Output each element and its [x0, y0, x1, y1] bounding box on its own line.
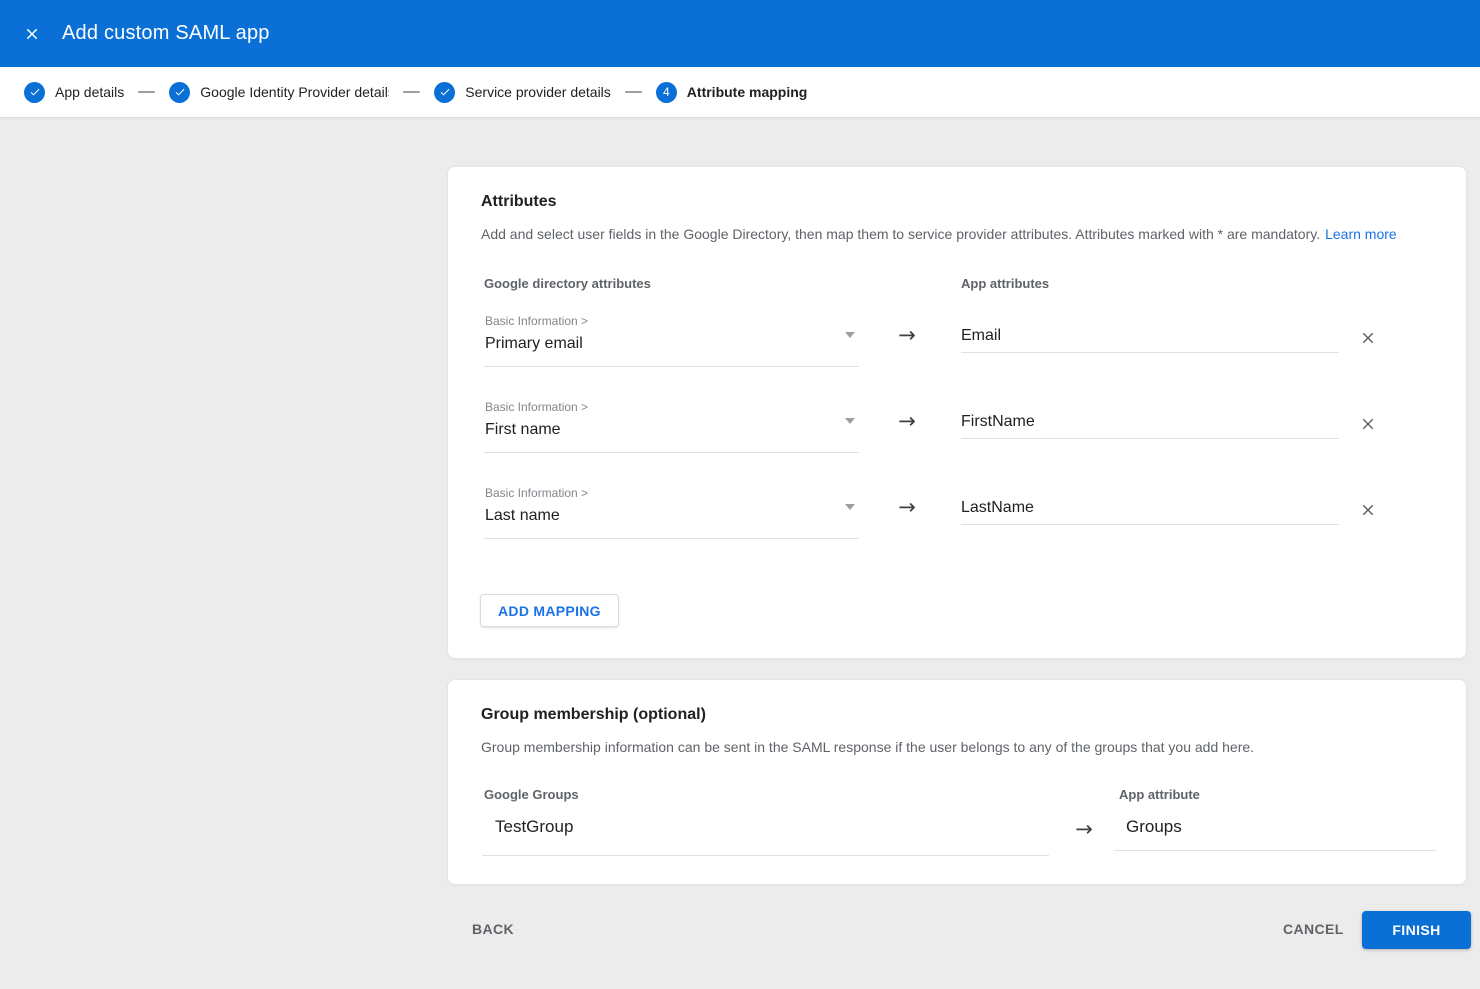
app-attribute-input[interactable]	[961, 499, 1339, 525]
google-groups-header: Google Groups	[484, 787, 579, 802]
directory-category-label: Basic Information >	[485, 314, 588, 328]
attributes-card: Attributes Add and select user fields in…	[447, 166, 1467, 659]
step-service-provider-details[interactable]: Service provider details	[434, 82, 611, 103]
add-mapping-button[interactable]: ADD MAPPING	[480, 594, 619, 627]
wizard-stepper: App details Google Identity Provider det…	[0, 67, 1480, 118]
arrow-right-icon: →	[891, 495, 923, 519]
step-label: App details	[55, 84, 124, 100]
directory-attribute-select[interactable]: Last name	[485, 507, 560, 525]
field-underline	[484, 538, 859, 539]
group-card-description: Group membership information can be sent…	[481, 739, 1254, 755]
step-app-details[interactable]: App details	[24, 82, 124, 103]
cancel-button[interactable]: CANCEL	[1283, 921, 1344, 937]
app-attribute-input[interactable]	[961, 413, 1339, 439]
field-underline	[484, 452, 859, 453]
step-google-idp-details[interactable]: Google Identity Provider details	[169, 82, 389, 103]
description-text: Add and select user fields in the Google…	[481, 226, 1320, 242]
delete-mapping-icon[interactable]	[1358, 414, 1378, 434]
mapping-row: Basic Information > First name →	[448, 400, 1466, 460]
arrow-right-icon: →	[891, 323, 923, 347]
step-label: Google Identity Provider details	[200, 84, 389, 100]
delete-mapping-icon[interactable]	[1358, 500, 1378, 520]
directory-category-label: Basic Information >	[485, 486, 588, 500]
close-icon[interactable]	[20, 22, 44, 46]
attributes-card-title: Attributes	[481, 193, 557, 211]
dropdown-caret-icon[interactable]	[845, 418, 855, 424]
dialog-header: Add custom SAML app	[0, 0, 1480, 67]
arrow-right-icon: →	[891, 409, 923, 433]
step-check-icon	[24, 82, 45, 103]
step-separator	[625, 91, 642, 93]
step-number-badge: 4	[656, 82, 677, 103]
google-groups-input[interactable]	[482, 817, 1049, 856]
directory-attribute-select[interactable]: Primary email	[485, 335, 583, 353]
group-card-title: Group membership (optional)	[481, 706, 706, 724]
step-label: Attribute mapping	[687, 84, 808, 100]
step-separator	[138, 91, 155, 93]
mapping-row: Basic Information > Primary email →	[448, 314, 1466, 374]
back-button[interactable]: BACK	[472, 921, 514, 937]
dropdown-caret-icon[interactable]	[845, 504, 855, 510]
app-attribute-header: App attribute	[1119, 787, 1200, 802]
directory-category-label: Basic Information >	[485, 400, 588, 414]
app-attributes-header: App attributes	[961, 276, 1049, 291]
arrow-right-icon: →	[1068, 817, 1100, 841]
google-directory-attributes-header: Google directory attributes	[484, 276, 651, 291]
step-check-icon	[169, 82, 190, 103]
finish-button[interactable]: FINISH	[1362, 911, 1471, 949]
mapping-row: Basic Information > Last name →	[448, 486, 1466, 546]
attributes-card-description: Add and select user fields in the Google…	[481, 226, 1397, 242]
app-attribute-input[interactable]	[961, 327, 1339, 353]
field-underline	[484, 366, 859, 367]
page-title: Add custom SAML app	[62, 22, 270, 45]
directory-attribute-select[interactable]: First name	[485, 421, 561, 439]
dropdown-caret-icon[interactable]	[845, 332, 855, 338]
step-label: Service provider details	[465, 84, 611, 100]
step-separator	[403, 91, 420, 93]
group-app-attribute-input[interactable]	[1114, 817, 1436, 851]
group-membership-card: Group membership (optional) Group member…	[447, 679, 1467, 885]
step-attribute-mapping[interactable]: 4 Attribute mapping	[656, 82, 808, 103]
delete-mapping-icon[interactable]	[1358, 328, 1378, 348]
step-check-icon	[434, 82, 455, 103]
learn-more-link[interactable]: Learn more	[1325, 226, 1397, 242]
